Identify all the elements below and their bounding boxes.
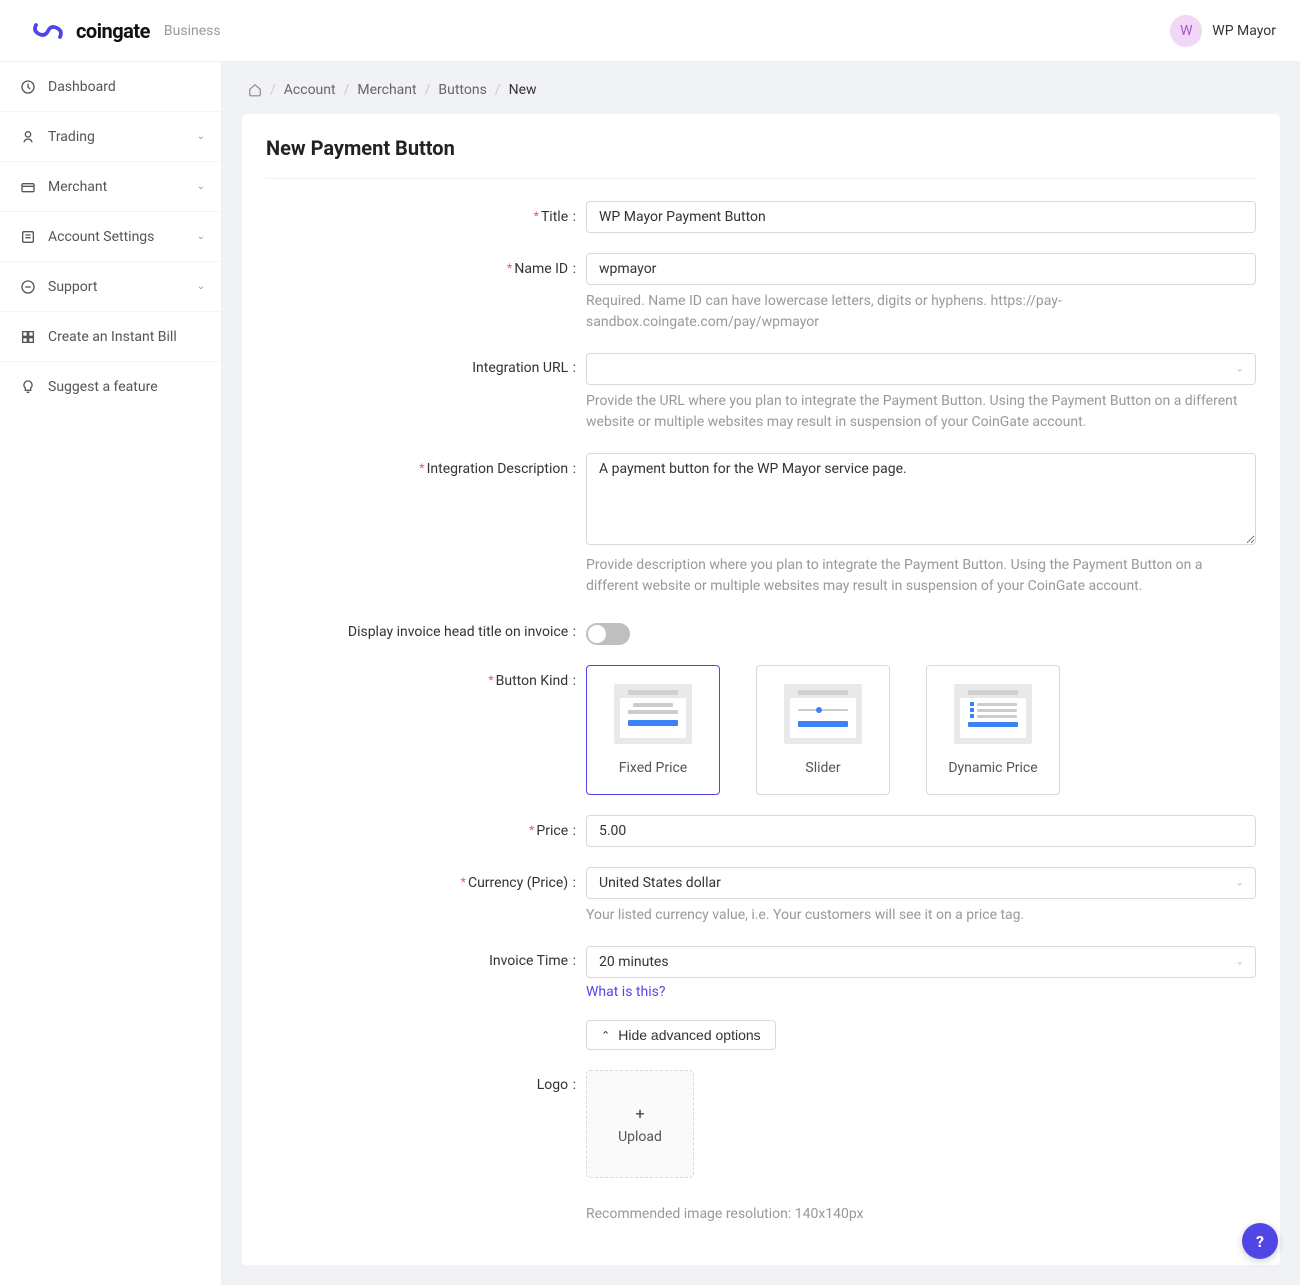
fixed-price-preview-icon — [614, 684, 692, 744]
brand-logo[interactable]: coingate Business — [30, 19, 221, 43]
integration-url-select[interactable] — [586, 353, 1256, 385]
trading-icon — [20, 129, 36, 145]
integration-desc-textarea[interactable] — [586, 453, 1256, 545]
breadcrumb-current: New — [509, 82, 537, 98]
sidebar-item-label: Trading — [48, 129, 95, 145]
plus-icon: + — [635, 1104, 644, 1123]
name-id-label: *Name ID : — [266, 253, 586, 333]
price-label: *Price : — [266, 815, 586, 847]
sidebar-item-label: Dashboard — [48, 79, 116, 95]
sidebar-item-label: Suggest a feature — [48, 379, 158, 395]
integration-url-label: Integration URL : — [266, 353, 586, 433]
kind-fixed-price[interactable]: Fixed Price — [586, 665, 720, 795]
dynamic-preview-icon — [954, 684, 1032, 744]
brand-name: coingate — [76, 19, 150, 43]
integration-desc-help: Provide description where you plan to in… — [586, 555, 1256, 597]
user-menu[interactable]: W WP Mayor — [1170, 15, 1276, 47]
bill-icon — [20, 329, 36, 345]
display-toggle-label: Display invoice head title on invoice : — [266, 617, 586, 645]
sidebar-item-merchant[interactable]: Merchant ⌄ — [0, 162, 221, 212]
sidebar-item-label: Create an Instant Bill — [48, 329, 177, 345]
kind-label: Fixed Price — [619, 760, 687, 776]
user-name: WP Mayor — [1212, 23, 1276, 39]
kind-dynamic-price[interactable]: Dynamic Price — [926, 665, 1060, 795]
home-icon[interactable] — [248, 83, 262, 97]
chevron-up-icon: ⌃ — [601, 1029, 610, 1042]
logo-label: Logo : — [266, 1070, 586, 1178]
currency-label: *Currency (Price) : — [266, 867, 586, 926]
dashboard-icon — [20, 79, 36, 95]
breadcrumb-account[interactable]: Account — [284, 82, 336, 98]
title-label: *Title : — [266, 201, 586, 233]
sidebar-item-dashboard[interactable]: Dashboard — [0, 62, 221, 112]
upload-label: Upload — [618, 1129, 662, 1145]
sidebar-item-instant-bill[interactable]: Create an Instant Bill — [0, 312, 221, 362]
sidebar-item-account-settings[interactable]: Account Settings ⌄ — [0, 212, 221, 262]
sidebar-item-label: Account Settings — [48, 229, 154, 245]
kind-slider[interactable]: Slider — [756, 665, 890, 795]
logo-icon — [30, 19, 66, 43]
logo-upload[interactable]: + Upload — [586, 1070, 694, 1178]
sidebar-item-suggest[interactable]: Suggest a feature — [0, 362, 221, 412]
breadcrumb: / Account / Merchant / Buttons / New — [242, 82, 1280, 98]
sidebar-item-trading[interactable]: Trading ⌄ — [0, 112, 221, 162]
button-kind-label: *Button Kind : — [266, 665, 586, 795]
logo-help: Recommended image resolution: 140x140px — [586, 1204, 1256, 1225]
merchant-icon — [20, 179, 36, 195]
currency-select[interactable]: United States dollar — [586, 867, 1256, 899]
support-icon — [20, 279, 36, 295]
idea-icon — [20, 379, 36, 395]
settings-icon — [20, 229, 36, 245]
chevron-down-icon: ⌄ — [197, 281, 205, 292]
help-fab[interactable]: ? — [1242, 1223, 1278, 1259]
main-content: / Account / Merchant / Buttons / New New… — [222, 62, 1300, 1285]
invoice-time-label: Invoice Time : — [266, 946, 586, 1000]
chevron-down-icon: ⌄ — [197, 181, 205, 192]
chevron-down-icon: ⌄ — [197, 231, 205, 242]
header: coingate Business W WP Mayor — [0, 0, 1300, 62]
chevron-down-icon: ⌄ — [197, 131, 205, 142]
display-invoice-toggle[interactable] — [586, 623, 630, 645]
price-input[interactable] — [586, 815, 1256, 847]
sidebar: Dashboard Trading ⌄ Merchant ⌄ Account S… — [0, 62, 222, 1285]
sidebar-item-label: Merchant — [48, 179, 107, 195]
breadcrumb-buttons[interactable]: Buttons — [438, 82, 486, 98]
currency-help: Your listed currency value, i.e. Your cu… — [586, 905, 1256, 926]
slider-preview-icon — [784, 684, 862, 744]
breadcrumb-merchant[interactable]: Merchant — [357, 82, 416, 98]
kind-label: Slider — [805, 760, 840, 776]
sidebar-item-support[interactable]: Support ⌄ — [0, 262, 221, 312]
invoice-time-select[interactable]: 20 minutes — [586, 946, 1256, 978]
hide-advanced-button[interactable]: ⌃ Hide advanced options — [586, 1020, 776, 1050]
form-card: New Payment Button *Title : *Name ID : R… — [242, 114, 1280, 1265]
avatar: W — [1170, 15, 1202, 47]
invoice-time-link[interactable]: What is this? — [586, 984, 1256, 1000]
integration-url-help: Provide the URL where you plan to integr… — [586, 391, 1256, 433]
integration-desc-label: *Integration Description : — [266, 453, 586, 597]
kind-label: Dynamic Price — [948, 760, 1037, 776]
name-id-input[interactable] — [586, 253, 1256, 285]
sidebar-item-label: Support — [48, 279, 97, 295]
brand-sub: Business — [164, 23, 221, 39]
title-input[interactable] — [586, 201, 1256, 233]
name-id-help: Required. Name ID can have lowercase let… — [586, 291, 1256, 333]
page-title: New Payment Button — [266, 136, 1256, 179]
